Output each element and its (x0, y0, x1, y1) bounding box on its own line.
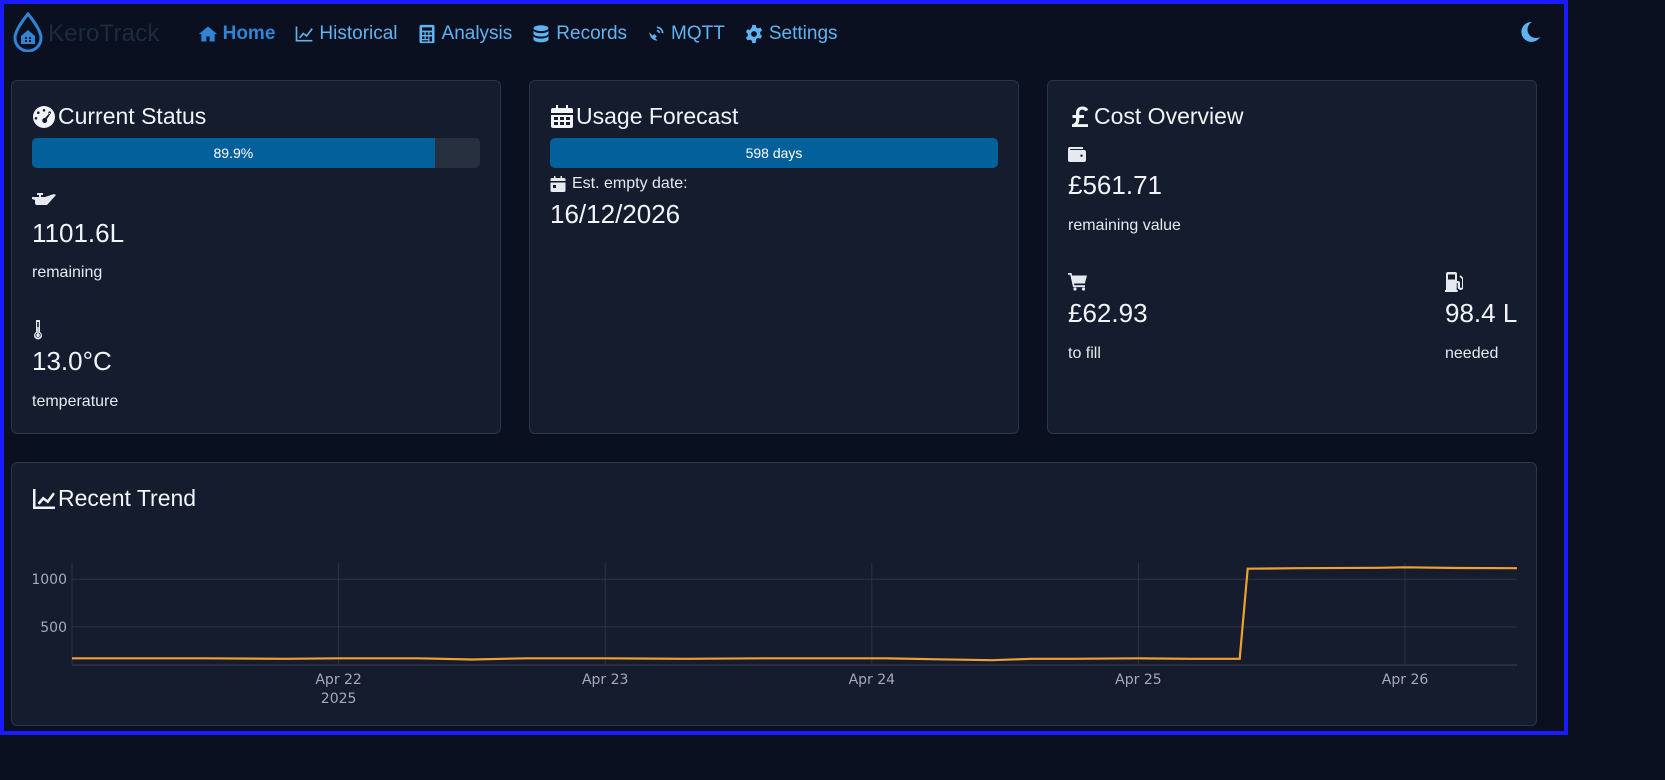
y-tick-label: 1000 (31, 572, 67, 588)
theme-toggle-button[interactable] (1518, 20, 1542, 44)
calculator-icon (419, 24, 435, 44)
satellite-dish-icon (649, 26, 664, 41)
x-tick-label: Apr 26 (1382, 672, 1429, 688)
calendar-day-icon (550, 176, 566, 192)
gauge-icon (33, 105, 55, 128)
est-empty-date: 16/12/2026 (550, 199, 681, 229)
line-chart-icon (296, 26, 314, 42)
current-status-title: Current Status (32, 103, 206, 130)
days-remaining-progress-fill: 598 days (550, 138, 998, 168)
nav-records-label: Records (556, 23, 628, 44)
x-tick-label: Apr 24 (849, 672, 896, 688)
nav-analysis-label: Analysis (441, 23, 513, 44)
est-empty-label: Est. empty date: (572, 175, 688, 192)
nav-home[interactable]: Home (198, 23, 276, 45)
usage-forecast-title: Usage Forecast (550, 103, 738, 130)
needed-value: 98.4 L (1445, 298, 1518, 328)
home-icon (198, 26, 217, 42)
temperature-label: temperature (32, 393, 119, 410)
pound-sign-icon (1072, 106, 1089, 127)
nav-records[interactable]: Records (531, 23, 627, 45)
tank-level-progress: 89.9% (32, 138, 480, 168)
brand[interactable]: KeroTrack (12, 11, 160, 57)
days-remaining-label: 598 days (745, 145, 803, 161)
x-tick-label: Apr 23 (582, 672, 628, 688)
temperature-value: 13.0°C (32, 346, 112, 376)
calendar-icon (551, 104, 573, 128)
nav-settings[interactable]: Settings (744, 23, 838, 45)
recent-trend-card: Recent Trend Apr 22 Apr 23 Apr 24 Apr 25 Apr… (11, 462, 1537, 726)
database-icon (533, 25, 549, 43)
x-tick-label: Apr 25 (1115, 672, 1161, 688)
trend-chart[interactable]: Apr 22 Apr 23 Apr 24 Apr 25 Apr 26 2025 500 100… (12, 463, 1538, 727)
brand-name: KeroTrack (48, 20, 160, 47)
nav-mqtt-label: MQTT (671, 23, 725, 44)
cart-icon (1068, 273, 1088, 291)
cost-overview-title: Cost Overview (1068, 103, 1244, 130)
oil-level-series-line (72, 566, 1518, 662)
thermometer-icon (32, 319, 44, 340)
gas-pump-icon (1445, 272, 1464, 292)
moon-icon (1521, 21, 1540, 42)
tank-level-progress-label: 89.9% (213, 145, 254, 161)
remaining-value: £561.71 (1068, 170, 1162, 200)
droplet-house-icon (12, 11, 44, 57)
cost-overview-title-text: Cost Overview (1094, 103, 1244, 129)
days-remaining-progress: 598 days (550, 138, 998, 168)
remaining-value-label: remaining value (1068, 217, 1181, 234)
current-status-card: Current Status 89.9% 1101.6L remaining 1… (11, 80, 501, 434)
usage-forecast-title-text: Usage Forecast (576, 103, 739, 129)
nav-historical[interactable]: Historical (294, 23, 398, 45)
est-empty-row: Est. empty date: (550, 175, 688, 193)
nav-home-label: Home (222, 23, 276, 44)
gear-icon (745, 24, 762, 44)
nav-historical-label: Historical (319, 23, 398, 44)
oil-level-label: remaining (32, 264, 103, 281)
nav-mqtt[interactable]: MQTT (646, 23, 725, 45)
oil-level-value: 1101.6L (32, 218, 125, 248)
wallet-icon (1068, 146, 1086, 162)
x-tick-label: Apr 22 (315, 672, 361, 688)
fill-cost-label: to fill (1068, 345, 1101, 362)
nav-settings-label: Settings (768, 23, 838, 44)
usage-forecast-card: Usage Forecast 598 days Est. empty date:… (529, 80, 1019, 434)
x-year-label: 2025 (321, 691, 357, 707)
current-status-title-text: Current Status (58, 103, 207, 129)
needed-label: needed (1445, 345, 1499, 362)
nav-analysis[interactable]: Analysis (417, 23, 513, 45)
tank-level-progress-fill: 89.9% (32, 138, 435, 168)
cost-overview-card: Cost Overview £561.71 remaining value £6… (1047, 80, 1537, 434)
oil-can-icon (32, 193, 56, 209)
y-tick-label: 500 (40, 620, 67, 636)
navbar: KeroTrack Home Historical Analysis Recor… (4, 4, 1564, 64)
fill-cost-value: £62.93 (1068, 298, 1148, 328)
